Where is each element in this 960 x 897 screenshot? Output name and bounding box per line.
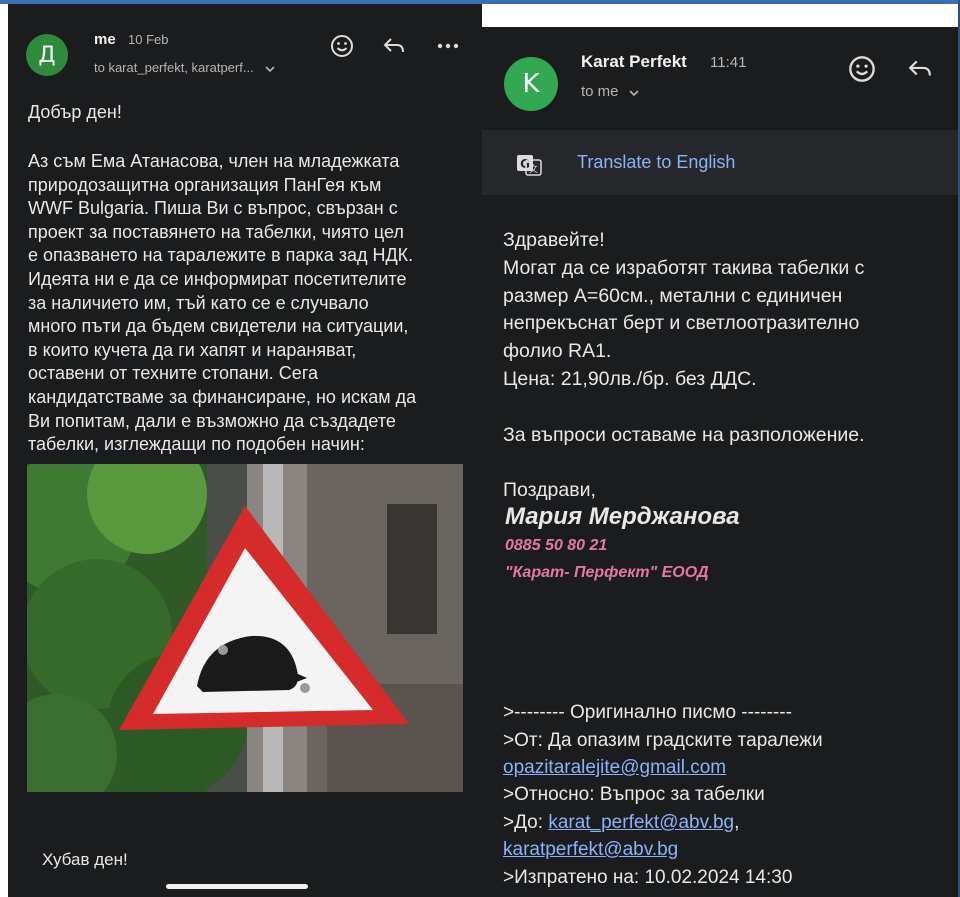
emoji-reaction-icon bbox=[848, 55, 876, 83]
email-body: Аз съм Ема Атанасова, член на младежката… bbox=[28, 151, 417, 455]
reply-icon bbox=[382, 35, 406, 57]
reply-body: Могат да се изработят такива табелки с р… bbox=[503, 257, 865, 362]
svg-text:文: 文 bbox=[529, 163, 538, 175]
email-closing: Хубав ден! bbox=[42, 850, 128, 869]
original-message-header: >-------- Оригинално писмо -------- bbox=[503, 702, 792, 723]
sender-avatar[interactable]: K bbox=[504, 57, 558, 111]
right-email-panel: K Karat Perfekt 11:41 to me G文 Translate… bbox=[482, 27, 960, 897]
chevron-down-icon bbox=[265, 61, 275, 76]
original-subject: >Относно: Въпрос за табелки bbox=[503, 784, 765, 805]
reply-greeting: Здравейте! bbox=[503, 229, 605, 251]
sender-avatar[interactable]: Д bbox=[26, 34, 68, 76]
original-to-separator: , bbox=[734, 812, 740, 833]
translate-icon: G文 bbox=[516, 154, 542, 176]
questions-line: За въпроси оставаме на разположение. bbox=[503, 424, 865, 446]
email-greeting: Добър ден! bbox=[28, 102, 122, 122]
reply-button[interactable] bbox=[380, 32, 408, 60]
sent-date: 10 Feb bbox=[128, 32, 169, 47]
original-from: >От: Да опазим градските таралежи bbox=[503, 730, 823, 751]
original-from-email-link[interactable]: opazitaralejite@gmail.com bbox=[503, 757, 726, 779]
signature-company: "Карат- Перфект" ЕООД bbox=[505, 564, 709, 581]
emoji-reaction-button[interactable] bbox=[328, 32, 356, 60]
more-options-icon bbox=[437, 43, 459, 49]
recipients-text: to karat_perfekt, karatperf... bbox=[94, 60, 254, 75]
translate-link[interactable]: Translate to English bbox=[577, 152, 735, 173]
reply-icon bbox=[906, 57, 934, 81]
original-to-email-link-2[interactable]: karatperfekt@abv.bg bbox=[503, 839, 678, 861]
more-options-button[interactable] bbox=[434, 34, 462, 58]
original-sent: >Изпратено на: 10.02.2024 14:30 bbox=[503, 867, 793, 888]
reply-button[interactable] bbox=[904, 55, 936, 83]
recipients-toggle[interactable]: to karat_perfekt, karatperf... bbox=[94, 60, 275, 76]
recipients-toggle[interactable]: to me bbox=[581, 83, 639, 101]
hedgehog-sign-photo bbox=[27, 464, 463, 792]
signature-phone[interactable]: 0885 50 80 21 bbox=[505, 537, 607, 555]
regards-line: Поздрави, bbox=[503, 479, 596, 501]
emoji-reaction-button[interactable] bbox=[846, 53, 878, 85]
left-email-panel: Д me 10 Feb to karat_perfekt, karatperf.… bbox=[8, 4, 482, 897]
chevron-down-icon bbox=[629, 84, 639, 101]
recipients-text: to me bbox=[581, 83, 619, 100]
sender-name: me bbox=[94, 31, 116, 48]
home-indicator[interactable] bbox=[166, 884, 308, 889]
emoji-reaction-icon bbox=[330, 34, 354, 58]
sender-name: Karat Perfekt bbox=[581, 52, 687, 71]
original-to-email-link-1[interactable]: karat_perfekt@abv.bg bbox=[548, 812, 734, 833]
price-line: Цена: 21,90лв./бр. без ДДС. bbox=[503, 368, 757, 390]
signature-name: Мария Мерджанова bbox=[505, 503, 740, 530]
sent-time: 11:41 bbox=[710, 54, 747, 71]
original-to: >До: karat_perfekt@abv.bg, bbox=[503, 812, 739, 834]
original-to-prefix: >До: bbox=[503, 812, 549, 833]
